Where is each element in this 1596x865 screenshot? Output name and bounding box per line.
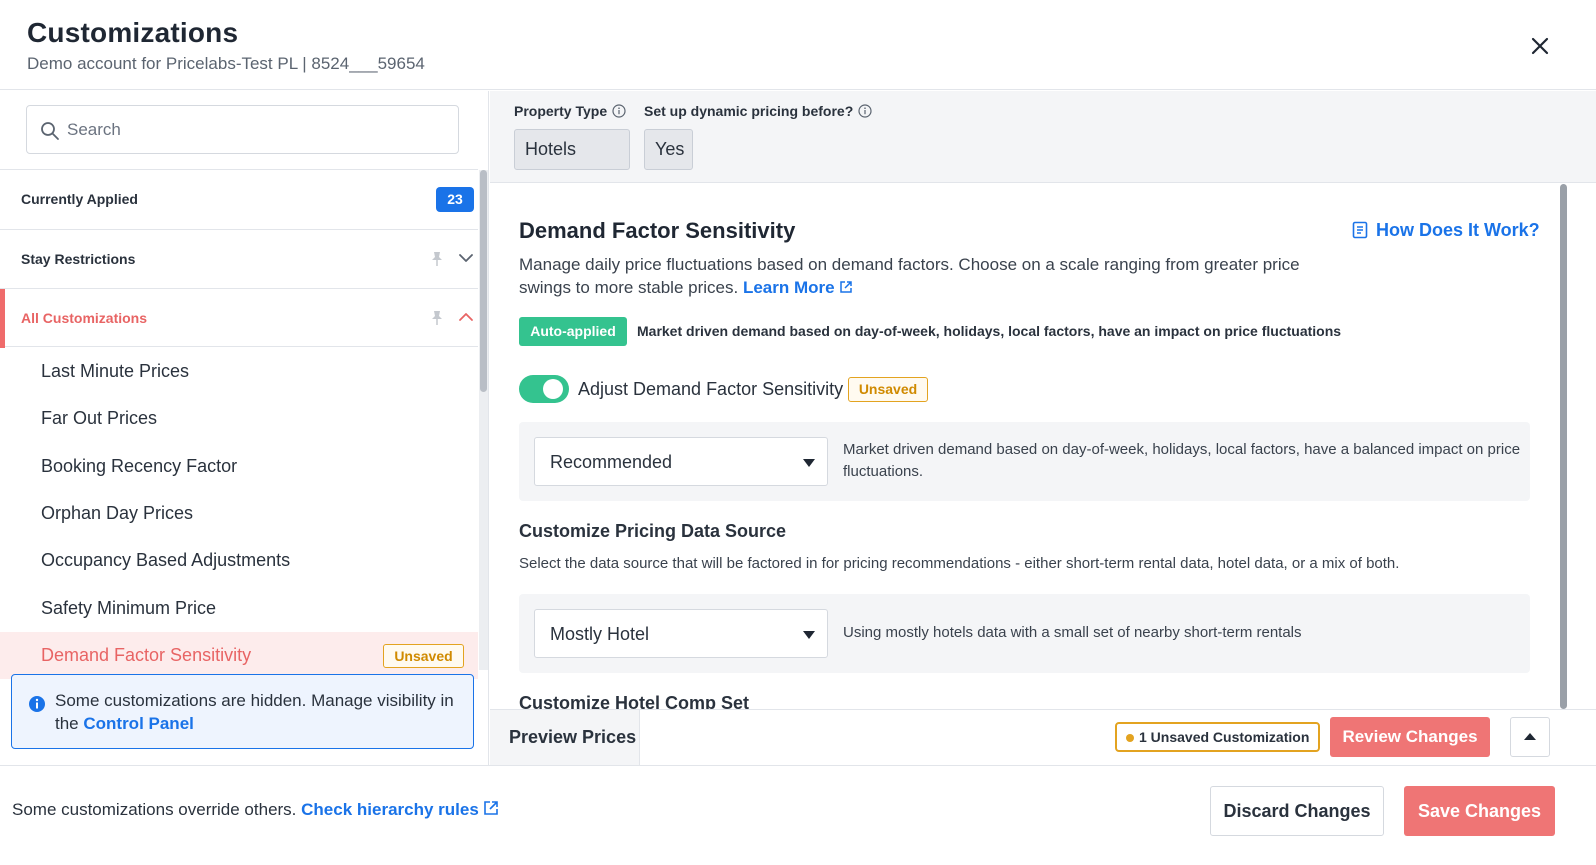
preview-bar: Preview Prices 1 Unsaved Customization R… — [490, 709, 1596, 765]
search-box[interactable] — [26, 105, 459, 154]
scrollbar-thumb[interactable] — [480, 170, 487, 392]
section-description: Manage daily price fluctuations based on… — [519, 253, 1339, 299]
sensitivity-description: Market driven demand based on day-of-wee… — [843, 441, 1521, 480]
chevron-down-icon[interactable] — [458, 252, 474, 264]
how-link-text[interactable]: How Does It Work? — [1376, 220, 1540, 240]
sidebar-item-occupancy-based-adjustments[interactable]: Occupancy Based Adjustments — [0, 537, 478, 584]
section-stay-restrictions[interactable]: Stay Restrictions — [0, 229, 478, 288]
sidebar-item-label: Demand Factor Sensitivity — [41, 645, 252, 665]
sidebar-item-orphan-day-prices[interactable]: Orphan Day Prices — [0, 490, 478, 537]
learn-more-text[interactable]: Learn More — [743, 278, 835, 297]
toggle-knob — [543, 379, 563, 399]
property-type-label: Property Type — [514, 103, 626, 119]
sidebar-item-label: Orphan Day Prices — [41, 503, 194, 523]
data-source-title: Customize Pricing Data Source — [519, 521, 787, 541]
close-button[interactable] — [1524, 30, 1556, 62]
sidebar-scrollbar[interactable] — [479, 170, 488, 670]
property-type-label-text: Property Type — [514, 103, 608, 119]
active-accent-bar — [0, 289, 5, 348]
unsaved-count-text: 1 Unsaved Customization — [1139, 729, 1310, 745]
info-icon[interactable] — [612, 104, 626, 118]
page-title: Customizations — [27, 17, 239, 48]
auto-applied-badge: Auto-applied — [519, 317, 627, 346]
dynamic-pricing-field[interactable]: Yes — [644, 129, 693, 170]
dynamic-pricing-label-text: Set up dynamic pricing before? — [644, 103, 854, 119]
close-icon[interactable] — [1524, 30, 1556, 62]
scrollbar-thumb[interactable] — [1560, 184, 1567, 709]
auto-applied-text: Market driven demand based on day-of-wee… — [637, 323, 1342, 339]
check-hierarchy-link[interactable]: Check hierarchy rules — [301, 800, 499, 819]
comp-set-title: Customize Hotel Comp Set — [519, 693, 750, 709]
pin-icon[interactable] — [430, 310, 444, 326]
sidebar-item-label: Booking Recency Factor — [41, 456, 238, 476]
account-subtitle: Demo account for Pricelabs-Test PL | 852… — [27, 54, 425, 73]
notice-text: Some customizations are hidden. Manage v… — [55, 689, 465, 735]
select-value: Mostly Hotel — [550, 624, 650, 644]
pin-icon[interactable] — [430, 251, 444, 267]
dynamic-pricing-label: Set up dynamic pricing before? — [644, 103, 872, 119]
data-source-panel: Mostly Hotel Using mostly hotels data wi… — [519, 594, 1530, 673]
data-source-description: Select the data source that will be fact… — [519, 555, 1400, 572]
search-icon — [41, 122, 59, 140]
status-dot — [1126, 734, 1134, 742]
unsaved-count-indicator: 1 Unsaved Customization — [1115, 722, 1320, 752]
sidebar-item-far-out-prices[interactable]: Far Out Prices — [0, 395, 478, 442]
hierarchy-notice: Some customizations override others. Che… — [12, 800, 499, 820]
sensitivity-select[interactable]: Recommended — [534, 437, 828, 486]
book-icon — [1352, 221, 1368, 239]
content-scrollbar[interactable] — [1559, 184, 1568, 709]
property-settings-bar: Property Type Hotels Set up dynamic pric… — [490, 91, 1596, 183]
discard-changes-button[interactable]: Discard Changes — [1210, 786, 1384, 836]
applied-count-badge: 23 — [436, 187, 474, 212]
property-type-field[interactable]: Hotels — [514, 129, 630, 170]
customization-detail: Demand Factor Sensitivity How Does It Wo… — [490, 184, 1558, 709]
learn-more-link[interactable]: Learn More — [743, 278, 853, 297]
info-icon[interactable] — [858, 104, 872, 118]
toggle-label: Adjust Demand Factor Sensitivity — [578, 379, 844, 399]
sidebar-item-label: Safety Minimum Price — [41, 598, 217, 618]
sidebar-item-label: Last Minute Prices — [41, 361, 190, 381]
info-icon — [29, 696, 45, 712]
preview-prices-button[interactable]: Preview Prices — [490, 710, 640, 765]
chevron-up-icon[interactable] — [458, 311, 474, 323]
caret-up-icon — [1524, 733, 1536, 740]
select-value: Recommended — [550, 452, 673, 472]
how-does-it-work-link[interactable]: How Does It Work? — [1352, 220, 1540, 241]
sidebar-item-label: Occupancy Based Adjustments — [41, 550, 291, 570]
save-changes-button[interactable]: Save Changes — [1404, 786, 1555, 836]
sidebar-item-demand-factor-sensitivity[interactable]: Demand Factor Sensitivity Unsaved — [0, 632, 478, 679]
expand-preview-button[interactable] — [1510, 717, 1550, 757]
data-source-select[interactable]: Mostly Hotel — [534, 609, 828, 658]
sidebar: Currently Applied 23 Stay Restrictions A… — [0, 91, 489, 765]
caret-down-icon — [803, 631, 815, 639]
section-title: Demand Factor Sensitivity — [519, 218, 796, 243]
modal-header: Customizations Demo account for Pricelab… — [0, 0, 1596, 90]
search-input[interactable] — [67, 116, 447, 144]
sidebar-item-booking-recency-factor[interactable]: Booking Recency Factor — [0, 443, 478, 490]
section-label: All Customizations — [21, 310, 148, 326]
section-all-customizations[interactable]: All Customizations — [0, 288, 478, 348]
section-label: Currently Applied — [21, 191, 138, 207]
sidebar-item-last-minute-prices[interactable]: Last Minute Prices — [0, 348, 478, 395]
caret-down-icon — [803, 459, 815, 467]
external-link-icon — [839, 281, 852, 293]
data-source-option-description: Using mostly hotels data with a small se… — [843, 624, 1302, 641]
section-label: Stay Restrictions — [21, 251, 136, 267]
section-currently-applied[interactable]: Currently Applied 23 — [0, 169, 478, 228]
adjust-sensitivity-toggle[interactable] — [519, 375, 569, 403]
sidebar-item-safety-minimum-price[interactable]: Safety Minimum Price — [0, 585, 478, 632]
unsaved-badge: Unsaved — [383, 644, 464, 668]
sidebar-item-label: Far Out Prices — [41, 408, 158, 428]
unsaved-badge: Unsaved — [848, 377, 928, 402]
modal-footer: Some customizations override others. Che… — [0, 765, 1596, 865]
control-panel-link[interactable]: Control Panel — [83, 714, 194, 733]
description-text: Manage daily price fluctuations based on… — [519, 255, 1300, 297]
footer-text: Some customizations override others. — [12, 800, 297, 819]
external-link-icon — [483, 801, 498, 815]
hidden-customizations-notice: Some customizations are hidden. Manage v… — [11, 674, 474, 749]
hierarchy-link-text[interactable]: Check hierarchy rules — [301, 800, 479, 819]
review-changes-button[interactable]: Review Changes — [1330, 717, 1490, 757]
sensitivity-panel: Recommended Market driven demand based o… — [519, 422, 1530, 501]
